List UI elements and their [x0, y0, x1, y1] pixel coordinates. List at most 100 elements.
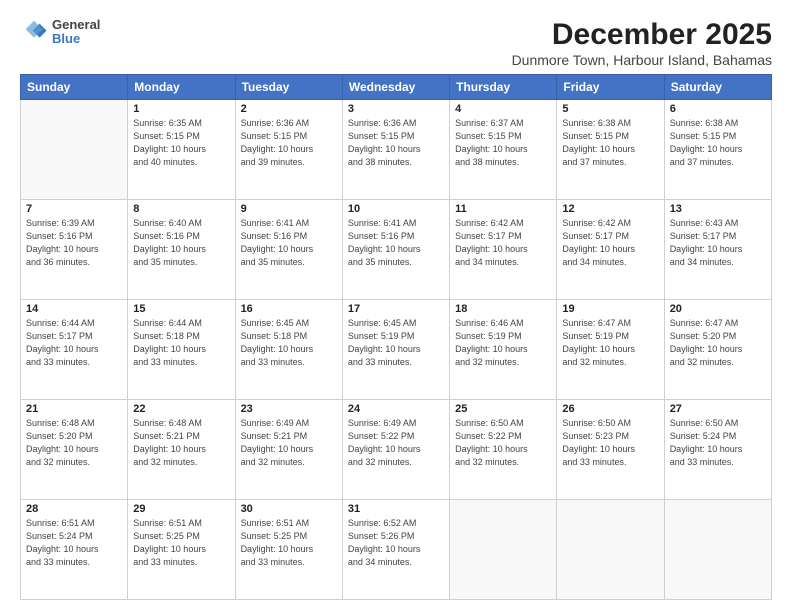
day-number: 8: [133, 203, 229, 215]
calendar-cell: 23 Sunrise: 6:49 AM Sunset: 5:21 PM Dayli…: [235, 400, 342, 500]
day-number: 26: [562, 403, 658, 415]
day-number: 11: [455, 203, 551, 215]
logo-text: General Blue: [52, 18, 100, 47]
calendar-cell: [664, 500, 771, 600]
calendar-cell: 15 Sunrise: 6:44 AM Sunset: 5:18 PM Dayli…: [128, 300, 235, 400]
calendar-cell: [450, 500, 557, 600]
day-number: 19: [562, 303, 658, 315]
calendar-cell: 29Sunrise: 6:51 AM Sunset: 5:25 PM Dayli…: [128, 500, 235, 600]
day-detail: Sunrise: 6:49 AM Sunset: 5:21 PM Dayligh…: [241, 417, 337, 469]
calendar-cell: 13 Sunrise: 6:43 AM Sunset: 5:17 PM Dayli…: [664, 200, 771, 300]
day-detail: Sunrise: 6:40 AM Sunset: 5:16 PM Dayligh…: [133, 217, 229, 269]
calendar-week-row: 1 Sunrise: 6:35 AM Sunset: 5:15 PM Daylig…: [21, 100, 772, 200]
calendar-day-header: Friday: [557, 75, 664, 100]
day-detail: Sunrise: 6:44 AM Sunset: 5:17 PM Dayligh…: [26, 317, 122, 369]
logo-line1: General: [52, 18, 100, 32]
calendar-cell: 6 Sunrise: 6:38 AM Sunset: 5:15 PM Daylig…: [664, 100, 771, 200]
calendar-cell: 17Sunrise: 6:45 AM Sunset: 5:19 PM Dayli…: [342, 300, 449, 400]
calendar-day-header: Saturday: [664, 75, 771, 100]
calendar-cell: 9 Sunrise: 6:41 AM Sunset: 5:16 PM Daylig…: [235, 200, 342, 300]
day-number: 6: [670, 103, 766, 115]
calendar-cell: 11 Sunrise: 6:42 AM Sunset: 5:17 PM Dayli…: [450, 200, 557, 300]
calendar-cell: 20 Sunrise: 6:47 AM Sunset: 5:20 PM Dayli…: [664, 300, 771, 400]
day-number: 23: [241, 403, 337, 415]
day-detail: Sunrise: 6:50 AM Sunset: 5:24 PM Dayligh…: [670, 417, 766, 469]
day-detail: Sunrise: 6:36 AM Sunset: 5:15 PM Dayligh…: [241, 117, 337, 169]
calendar-cell: 7Sunrise: 6:39 AM Sunset: 5:16 PM Daylig…: [21, 200, 128, 300]
day-number: 24: [348, 403, 444, 415]
calendar-cell: 18 Sunrise: 6:46 AM Sunset: 5:19 PM Dayli…: [450, 300, 557, 400]
calendar-cell: 2 Sunrise: 6:36 AM Sunset: 5:15 PM Daylig…: [235, 100, 342, 200]
day-detail: Sunrise: 6:52 AM Sunset: 5:26 PM Dayligh…: [348, 517, 444, 569]
day-number: 31: [348, 503, 444, 515]
day-detail: Sunrise: 6:41 AM Sunset: 5:16 PM Dayligh…: [348, 217, 444, 269]
day-detail: Sunrise: 6:50 AM Sunset: 5:22 PM Dayligh…: [455, 417, 551, 469]
day-number: 4: [455, 103, 551, 115]
logo: General Blue: [20, 18, 100, 47]
day-number: 7: [26, 203, 122, 215]
subtitle: Dunmore Town, Harbour Island, Bahamas: [512, 52, 772, 68]
calendar-cell: 31 Sunrise: 6:52 AM Sunset: 5:26 PM Dayli…: [342, 500, 449, 600]
day-detail: Sunrise: 6:44 AM Sunset: 5:18 PM Dayligh…: [133, 317, 229, 369]
day-detail: Sunrise: 6:45 AM Sunset: 5:18 PM Dayligh…: [241, 317, 337, 369]
day-number: 15: [133, 303, 229, 315]
day-detail: Sunrise: 6:50 AM Sunset: 5:23 PM Dayligh…: [562, 417, 658, 469]
logo-line2: Blue: [52, 32, 100, 46]
day-number: 21: [26, 403, 122, 415]
day-number: 10: [348, 203, 444, 215]
day-detail: Sunrise: 6:42 AM Sunset: 5:17 PM Dayligh…: [562, 217, 658, 269]
day-detail: Sunrise: 6:36 AM Sunset: 5:15 PM Dayligh…: [348, 117, 444, 169]
day-number: 22: [133, 403, 229, 415]
day-number: 25: [455, 403, 551, 415]
day-number: 29: [133, 503, 229, 515]
calendar-day-header: Sunday: [21, 75, 128, 100]
page: General Blue December 2025 Dunmore Town,…: [0, 0, 792, 612]
calendar-day-header: Monday: [128, 75, 235, 100]
calendar-cell: 25 Sunrise: 6:50 AM Sunset: 5:22 PM Dayli…: [450, 400, 557, 500]
calendar-cell: 26 Sunrise: 6:50 AM Sunset: 5:23 PM Dayli…: [557, 400, 664, 500]
day-detail: Sunrise: 6:41 AM Sunset: 5:16 PM Dayligh…: [241, 217, 337, 269]
day-number: 20: [670, 303, 766, 315]
calendar-cell: 24 Sunrise: 6:49 AM Sunset: 5:22 PM Dayli…: [342, 400, 449, 500]
calendar-cell: 14 Sunrise: 6:44 AM Sunset: 5:17 PM Dayli…: [21, 300, 128, 400]
day-detail: Sunrise: 6:43 AM Sunset: 5:17 PM Dayligh…: [670, 217, 766, 269]
calendar-cell: 28Sunrise: 6:51 AM Sunset: 5:24 PM Dayli…: [21, 500, 128, 600]
day-detail: Sunrise: 6:35 AM Sunset: 5:15 PM Dayligh…: [133, 117, 229, 169]
day-number: 13: [670, 203, 766, 215]
calendar-day-header: Tuesday: [235, 75, 342, 100]
day-detail: Sunrise: 6:47 AM Sunset: 5:19 PM Dayligh…: [562, 317, 658, 369]
day-number: 18: [455, 303, 551, 315]
day-number: 5: [562, 103, 658, 115]
day-detail: Sunrise: 6:46 AM Sunset: 5:19 PM Dayligh…: [455, 317, 551, 369]
day-detail: Sunrise: 6:48 AM Sunset: 5:20 PM Dayligh…: [26, 417, 122, 469]
calendar-cell: 22 Sunrise: 6:48 AM Sunset: 5:21 PM Dayli…: [128, 400, 235, 500]
day-number: 1: [133, 103, 229, 115]
calendar-cell: 10 Sunrise: 6:41 AM Sunset: 5:16 PM Dayli…: [342, 200, 449, 300]
day-detail: Sunrise: 6:45 AM Sunset: 5:19 PM Dayligh…: [348, 317, 444, 369]
day-detail: Sunrise: 6:48 AM Sunset: 5:21 PM Dayligh…: [133, 417, 229, 469]
calendar-week-row: 7Sunrise: 6:39 AM Sunset: 5:16 PM Daylig…: [21, 200, 772, 300]
calendar-table: SundayMondayTuesdayWednesdayThursdayFrid…: [20, 74, 772, 600]
day-detail: Sunrise: 6:38 AM Sunset: 5:15 PM Dayligh…: [562, 117, 658, 169]
calendar-day-header: Wednesday: [342, 75, 449, 100]
day-number: 16: [241, 303, 337, 315]
calendar-cell: 19 Sunrise: 6:47 AM Sunset: 5:19 PM Dayli…: [557, 300, 664, 400]
day-number: 14: [26, 303, 122, 315]
calendar-cell: 8 Sunrise: 6:40 AM Sunset: 5:16 PM Daylig…: [128, 200, 235, 300]
day-detail: Sunrise: 6:42 AM Sunset: 5:17 PM Dayligh…: [455, 217, 551, 269]
title-block: December 2025 Dunmore Town, Harbour Isla…: [512, 18, 772, 68]
calendar-header-row: SundayMondayTuesdayWednesdayThursdayFrid…: [21, 75, 772, 100]
day-number: 9: [241, 203, 337, 215]
calendar-cell: 1 Sunrise: 6:35 AM Sunset: 5:15 PM Daylig…: [128, 100, 235, 200]
day-number: 30: [241, 503, 337, 515]
day-detail: Sunrise: 6:49 AM Sunset: 5:22 PM Dayligh…: [348, 417, 444, 469]
main-title: December 2025: [512, 18, 772, 52]
day-number: 2: [241, 103, 337, 115]
calendar-cell: 5 Sunrise: 6:38 AM Sunset: 5:15 PM Daylig…: [557, 100, 664, 200]
day-detail: Sunrise: 6:38 AM Sunset: 5:15 PM Dayligh…: [670, 117, 766, 169]
day-detail: Sunrise: 6:47 AM Sunset: 5:20 PM Dayligh…: [670, 317, 766, 369]
calendar-cell: 12Sunrise: 6:42 AM Sunset: 5:17 PM Dayli…: [557, 200, 664, 300]
day-detail: Sunrise: 6:51 AM Sunset: 5:24 PM Dayligh…: [26, 517, 122, 569]
day-detail: Sunrise: 6:51 AM Sunset: 5:25 PM Dayligh…: [241, 517, 337, 569]
calendar-week-row: 21 Sunrise: 6:48 AM Sunset: 5:20 PM Dayli…: [21, 400, 772, 500]
